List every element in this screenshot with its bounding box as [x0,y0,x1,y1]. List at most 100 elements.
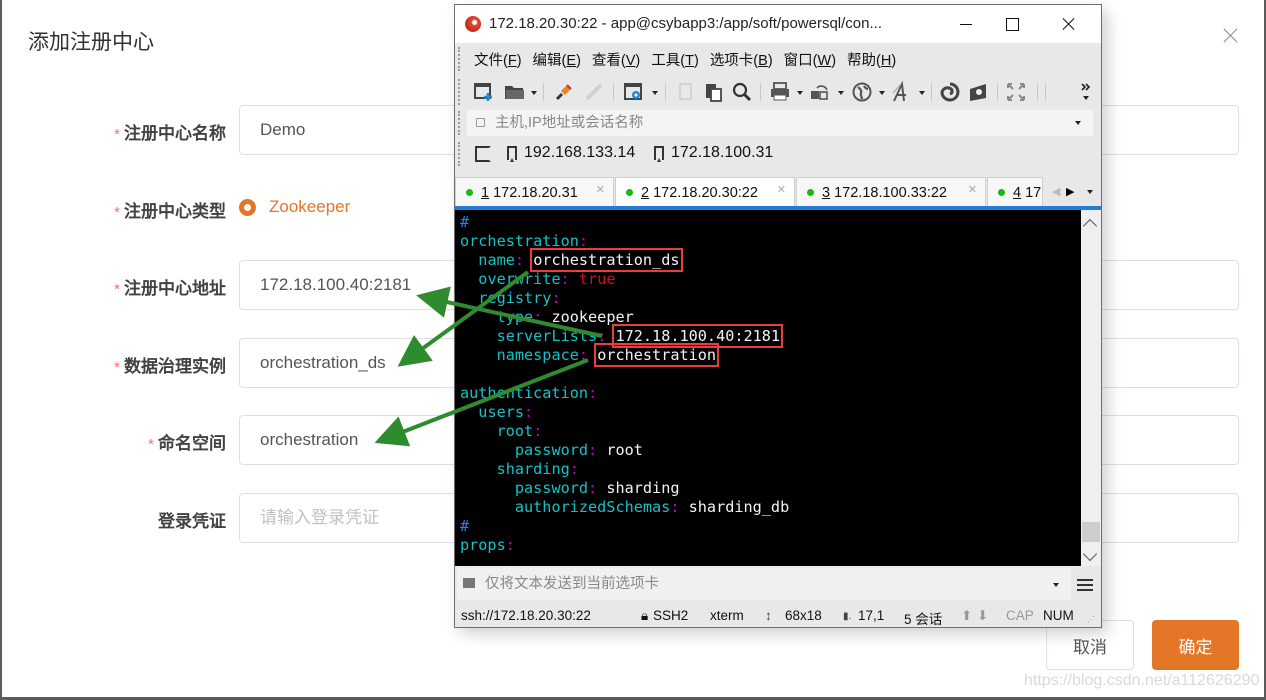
connect-icon[interactable] [553,81,575,103]
radio-zookeeper[interactable]: Zookeeper [239,197,350,217]
resize-grip-icon[interactable]: ⋰ [1087,615,1095,624]
terminal-line: password: sharding [460,479,1081,498]
chevron-down-icon[interactable] [652,91,658,95]
menu-item-1[interactable]: 编辑(E) [533,49,581,70]
chevron-down-icon[interactable] [879,91,885,95]
tab-session-1[interactable]: 1 172.18.20.31 ✕ [455,177,614,207]
lock-icon [476,118,485,127]
addressbar-grip [458,111,460,135]
maximize-button[interactable] [989,5,1035,43]
chevron-down-icon[interactable] [531,91,537,95]
bookmark-link[interactable]: 172.18.100.31 [654,144,773,162]
tab-close-icon[interactable]: ✕ [968,183,977,196]
confirm-button[interactable]: 确定 [1152,620,1239,670]
chevron-down-icon[interactable] [1053,583,1059,587]
host-address-input[interactable] [495,113,1055,133]
session-count-status: 5 会话 [904,608,942,628]
title-bar[interactable]: 172.18.20.30:22 - app@csybapp3:/app/soft… [455,5,1101,43]
connected-status-icon [466,189,473,196]
menu-item-0[interactable]: 文件(F) [474,49,522,70]
field-label: *注册中心地址 [114,274,226,299]
tab-session-4[interactable]: 4 17 [987,177,1043,207]
transfer-icon[interactable] [809,81,831,103]
field-label: 登录凭证 [158,507,226,532]
terminal-line: users: [460,403,1081,422]
protocol-status: SSH2 [653,608,688,623]
chevron-down-icon[interactable] [1075,121,1081,125]
xftp-icon[interactable] [967,81,989,103]
highlighted-value: orchestration_ds [533,251,679,269]
tab-close-icon[interactable]: ✕ [596,183,605,196]
xshell-window: 172.18.20.30:22 - app@csybapp3:/app/soft… [454,4,1102,628]
separator [760,83,761,101]
bookmark-icon [654,146,664,160]
paste-icon[interactable] [703,81,725,103]
terminal-scrollbar[interactable] [1081,210,1101,566]
tab-session-2[interactable]: 2 172.18.20.30:22 ✕ [615,177,795,207]
terminal-line: # [460,213,1081,232]
menu-item-6[interactable]: 帮助(H) [847,49,896,70]
lock-icon: 🔒︎ [641,608,648,624]
highlighted-value: orchestration [597,346,716,364]
new-session-icon[interactable] [473,81,495,103]
link-go-icon[interactable] [475,146,491,162]
tab-scroll-right-icon[interactable]: ▶ [1066,185,1074,198]
terminal-line: serverLists: 172.18.100.40:2181 [460,327,1081,346]
scroll-up-icon[interactable] [1083,219,1097,233]
more-icon[interactable] [1079,81,1093,103]
menu-item-3[interactable]: 工具(T) [651,49,699,70]
terminal-line: password: root [460,441,1081,460]
xshell-icon[interactable] [939,81,961,103]
tab-close-icon[interactable]: ✕ [777,183,786,196]
caps-lock-status: CAP [1006,608,1034,623]
arrow-up-icon: ⬆ [961,608,972,624]
send-text-input[interactable] [485,574,1045,594]
menu-item-2[interactable]: 查看(V) [592,49,640,70]
connection-status: ssh://172.18.20.30:22 [461,608,591,623]
session-tabs: 1 172.18.20.31 ✕ 2 172.18.20.30:22 ✕ 3 1… [455,177,1101,207]
terminal-line: sharding: [460,460,1081,479]
cursor-position-status: 17,1 [858,608,884,623]
terminal-screen[interactable]: #orchestration: name: orchestration_ds o… [455,210,1081,566]
menu-icon[interactable] [1077,579,1093,591]
field-label: *数据治理实例 [114,352,226,377]
scrollbar-thumb[interactable] [1082,522,1100,542]
tab-scroll-left-icon[interactable]: ◀ [1052,185,1060,198]
window-close-button[interactable] [1045,5,1091,43]
scroll-down-icon[interactable] [1083,547,1097,561]
highlighted-value: 172.18.100.40:2181 [615,327,780,345]
bookmark-icon [507,146,517,160]
menu-bar: 文件(F) 编辑(E) 查看(V) 工具(T) 选项卡(B) 窗口(W) 帮助(H) [455,45,1101,73]
font-icon[interactable] [891,81,913,103]
session-properties-icon[interactable] [623,81,645,103]
separator [1045,83,1046,101]
terminal-prompt-icon [463,578,475,588]
find-icon[interactable] [731,81,753,103]
tab-session-3[interactable]: 3 172.18.100.33:22 ✕ [796,177,986,207]
chevron-down-icon[interactable] [838,91,844,95]
connected-status-icon [807,189,814,196]
address-bar [467,110,1093,136]
open-folder-icon[interactable] [503,81,525,103]
menu-item-4[interactable]: 选项卡(B) [710,49,773,70]
tab-list-icon[interactable] [1087,190,1093,194]
terminal-line: name: orchestration_ds [460,251,1081,270]
close-icon[interactable] [1222,26,1240,44]
compose-bar [457,568,1071,600]
terminal-line: props: [460,536,1081,555]
connected-status-icon [998,189,1005,196]
connected-status-icon [626,189,633,196]
chevron-down-icon[interactable] [919,91,925,95]
menu-item-5[interactable]: 窗口(W) [784,49,836,70]
watermark: https://blog.csdn.net/a112626290 [1024,672,1259,690]
fullscreen-icon[interactable] [1005,81,1027,103]
bookmark-link[interactable]: 192.168.133.14 [507,144,635,162]
chevron-down-icon[interactable] [797,91,803,95]
minimize-button[interactable] [943,5,989,43]
separator [543,83,544,101]
print-icon[interactable] [769,81,791,103]
separator [997,83,998,101]
status-bar: ssh://172.18.20.30:22 🔒︎ SSH2 xterm ↕ 68… [455,603,1101,627]
globe-icon[interactable] [851,81,873,103]
arrow-down-icon: ⬇ [977,608,988,624]
